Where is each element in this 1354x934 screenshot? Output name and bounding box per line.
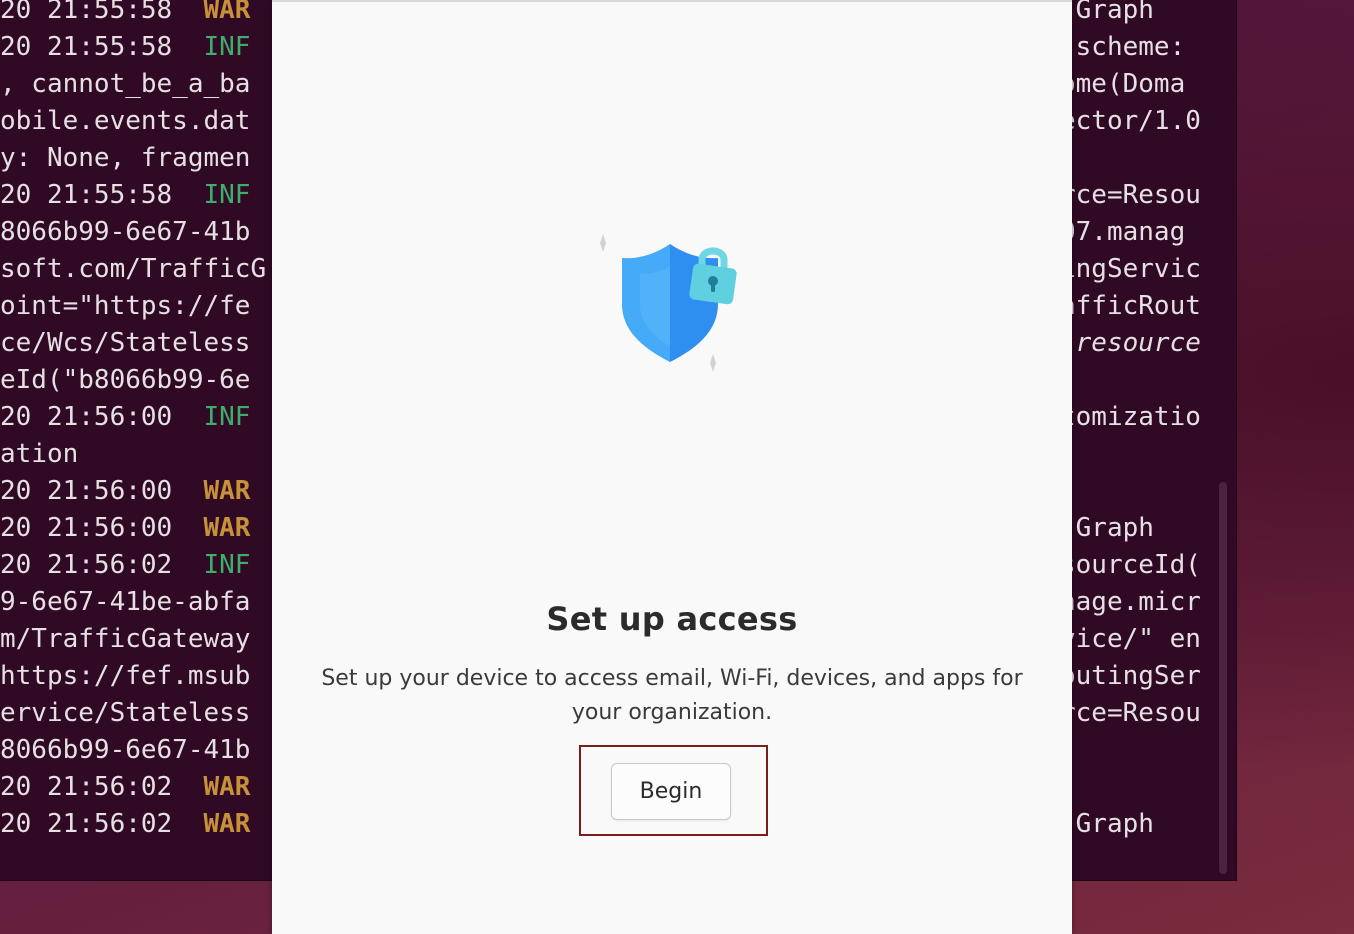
terminal-line: ervice/Stateless (0, 695, 250, 732)
terminal-line: 20 21:56:02 INF (0, 547, 250, 584)
log-text: https://fef.msub (0, 661, 251, 691)
log-timestamp: 20 21:56:00 (0, 513, 204, 543)
log-timestamp: 20 21:56:00 (0, 402, 204, 432)
description-text: Set up your device to access email, Wi-F… (321, 666, 1023, 725)
log-timestamp: 20 21:55:58 (0, 180, 204, 210)
log-timestamp: 20 21:56:02 (0, 772, 204, 802)
page-title: Set up access (546, 600, 798, 638)
terminal-line-right: nage.micr (1060, 587, 1201, 617)
log-level: WAR (203, 0, 251, 25)
log-text: 8066b99-6e67-41b (0, 735, 251, 765)
log-text: oint="https://fe (0, 291, 251, 321)
log-level: INF (203, 32, 251, 62)
log-level: WAR (203, 513, 251, 543)
log-text: ation (0, 439, 79, 469)
log-timestamp: 20 21:56:02 (0, 550, 204, 580)
log-text: ervice/Stateless (0, 698, 251, 728)
log-text: y: None, fragmen (0, 143, 251, 173)
log-level: INF (203, 180, 251, 210)
terminal-line: 9-6e67-41be-abfa (0, 584, 250, 621)
terminal-line: eId("b8066b99-6e (0, 362, 250, 399)
log-level: WAR (203, 809, 251, 839)
log-timestamp: 20 21:56:02 (0, 809, 204, 839)
terminal-line-right: Graph (1060, 0, 1154, 25)
log-text: eId("b8066b99-6e (0, 365, 251, 395)
terminal-line-right: Graph (1060, 513, 1154, 543)
terminal-line: m/TrafficGateway (0, 621, 250, 658)
terminal-line: 20 21:55:58 INF (0, 177, 250, 214)
terminal-line-right: ector/1.0 (1060, 106, 1201, 136)
terminal-line: soft.com/TrafficG (0, 251, 266, 288)
log-text: m/TrafficGateway (0, 624, 251, 654)
terminal-line-right: 07.manag (1060, 217, 1186, 247)
begin-button[interactable]: Begin (611, 763, 731, 820)
terminal-line: 8066b99-6e67-41b (0, 214, 250, 251)
shield-lock-icon (600, 234, 737, 372)
terminal-line-right: sourceId( (1060, 550, 1201, 580)
terminal-line-right: scheme: (1060, 32, 1186, 62)
terminal-line: 20 21:56:00 INF (0, 399, 250, 436)
log-text: soft.com/TrafficG (0, 254, 267, 284)
terminal-line-right: afficRout (1060, 291, 1201, 321)
terminal-line: ce/Wcs/Stateless (0, 325, 250, 362)
terminal-line-right: rce=Resou (1060, 180, 1201, 210)
terminal-line: 20 21:55:58 WAR (0, 0, 250, 29)
terminal-line: 20 21:56:02 WAR (0, 769, 250, 806)
log-level: WAR (203, 476, 251, 506)
log-text: , cannot_be_a_ba (0, 69, 251, 99)
terminal-line-right: tomizatio (1060, 402, 1201, 432)
log-timestamp: 20 21:56:00 (0, 476, 204, 506)
terminal-line-right: ome(Doma (1060, 69, 1186, 99)
terminal-line: ation (0, 436, 78, 473)
terminal-line: 20 21:56:00 WAR (0, 510, 250, 547)
log-text: ce/Wcs/Stateless (0, 328, 251, 358)
terminal-line: oint="https://fe (0, 288, 250, 325)
terminal-line: , cannot_be_a_ba (0, 66, 250, 103)
log-text: 8066b99-6e67-41b (0, 217, 251, 247)
log-level: INF (203, 550, 251, 580)
terminal-line-right: outingSer (1060, 661, 1201, 691)
terminal-line-right: rce=Resou (1060, 698, 1201, 728)
terminal-line: 20 21:56:02 WAR (0, 806, 250, 843)
terminal-line-right: resource (1060, 328, 1201, 358)
terminal-line-right: vice/" en (1060, 624, 1201, 654)
log-timestamp: 20 21:55:58 (0, 0, 204, 25)
log-text: obile.events.dat (0, 106, 251, 136)
terminal-scrollbar[interactable] (1219, 482, 1227, 874)
log-timestamp: 20 21:55:58 (0, 32, 204, 62)
terminal-line: 20 21:56:00 WAR (0, 473, 250, 510)
log-level: WAR (203, 772, 251, 802)
terminal-line: 20 21:55:58 INF (0, 29, 250, 66)
terminal-line-right: Graph (1060, 809, 1154, 839)
setup-access-dialog: Set up access Set up your device to acce… (272, 0, 1072, 934)
terminal-line-right: ingServic (1060, 254, 1201, 284)
terminal-line: y: None, fragmen (0, 140, 250, 177)
terminal-line: obile.events.dat (0, 103, 250, 140)
terminal-line: 8066b99-6e67-41b (0, 732, 250, 769)
begin-button-label: Begin (639, 779, 703, 804)
log-level: INF (203, 402, 251, 432)
log-text: 9-6e67-41be-abfa (0, 587, 251, 617)
terminal-line: https://fef.msub (0, 658, 250, 695)
